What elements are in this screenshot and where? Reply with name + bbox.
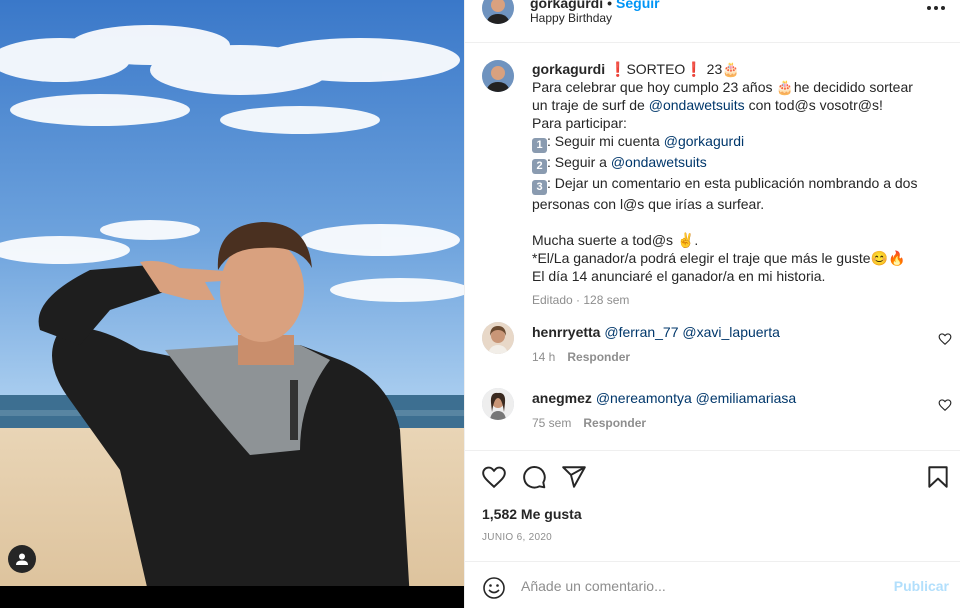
caption-line1: Para celebrar que hoy cumplo 23 años bbox=[532, 79, 773, 95]
avatar-image bbox=[482, 322, 514, 354]
caption-meta: Editado · 128 sem bbox=[532, 293, 630, 307]
caption-title: SORTEO bbox=[626, 61, 686, 77]
step2-text: : Seguir a bbox=[547, 154, 607, 170]
reply-button[interactable]: Responder bbox=[567, 350, 630, 364]
mention-link[interactable]: @ferran_77 bbox=[604, 324, 678, 340]
comment-avatar[interactable] bbox=[482, 322, 514, 354]
post-header: gorkagurdi • Seguir Happy Birthday bbox=[465, 0, 960, 43]
exclamation-icon: ❗ bbox=[685, 61, 703, 77]
keycap-3-icon: 3 bbox=[532, 180, 547, 195]
cake-icon: 🎂 bbox=[776, 79, 794, 95]
comment-username[interactable]: anegmez bbox=[532, 390, 592, 406]
post-photo[interactable] bbox=[0, 0, 464, 608]
comment-item: anegmez @nereamontya @emiliamariasa 75 s… bbox=[482, 388, 952, 438]
share-icon[interactable] bbox=[561, 464, 587, 490]
comment-time[interactable]: 14 h bbox=[532, 350, 555, 364]
avatar-image bbox=[482, 0, 514, 24]
victory-hand-icon: ✌ bbox=[676, 232, 695, 248]
mention-link[interactable]: @gorkagurdi bbox=[664, 133, 744, 149]
publish-button[interactable]: Publicar bbox=[894, 578, 949, 594]
caption-line3: Para participar: bbox=[532, 115, 627, 131]
more-options-icon[interactable] bbox=[927, 0, 947, 18]
smile-emoji-icon: 😊 bbox=[870, 250, 888, 266]
header-subtitle[interactable]: Happy Birthday bbox=[530, 11, 612, 25]
follow-button[interactable]: Seguir bbox=[616, 0, 660, 11]
mention-link[interactable]: @ondawetsuits bbox=[649, 97, 745, 113]
mention-link[interactable]: @xavi_lapuerta bbox=[682, 324, 780, 340]
reply-button[interactable]: Responder bbox=[583, 416, 646, 430]
caption-line2-post: con tod@s vosotr@s! bbox=[748, 97, 883, 113]
luck-text: Mucha suerte a tod@s bbox=[532, 232, 674, 248]
comment-username[interactable]: henrryetta bbox=[532, 324, 600, 340]
keycap-2-icon: 2 bbox=[532, 159, 547, 174]
add-comment-bar: Publicar bbox=[465, 561, 960, 608]
post-actions: 1,582 Me gusta JUNIO 6, 2020 Publicar bbox=[465, 450, 960, 608]
comment-icon[interactable] bbox=[521, 464, 547, 490]
comment-item: henrryetta @ferran_77 @xavi_lapuerta 14 … bbox=[482, 322, 952, 372]
emoji-picker-icon[interactable] bbox=[482, 576, 506, 600]
caption-age: 23 bbox=[706, 61, 723, 77]
likes-count[interactable]: 1,582 Me gusta bbox=[482, 506, 582, 522]
like-comment-heart-icon[interactable] bbox=[938, 398, 952, 412]
bookmark-icon[interactable] bbox=[925, 464, 951, 490]
tagged-users-button[interactable] bbox=[8, 545, 36, 573]
cake-icon: 🎂 bbox=[722, 61, 740, 77]
like-comment-heart-icon[interactable] bbox=[938, 332, 952, 346]
mention-link[interactable]: @emiliamariasa bbox=[696, 390, 797, 406]
note2-text: El día 14 anunciaré el ganador/a en mi h… bbox=[532, 268, 826, 284]
avatar-image bbox=[482, 388, 514, 420]
caption-line1b: he decidido sortear bbox=[793, 79, 913, 95]
header-separator: • bbox=[607, 0, 613, 11]
heart-icon[interactable] bbox=[481, 464, 507, 490]
keycap-1-icon: 1 bbox=[532, 138, 547, 153]
note1-text: *El/La ganador/a podrá elegir el traje q… bbox=[532, 250, 871, 266]
post-date[interactable]: JUNIO 6, 2020 bbox=[482, 532, 552, 543]
post-image bbox=[0, 0, 464, 608]
photo-bottom-bar bbox=[0, 586, 464, 608]
fire-icon: 🔥 bbox=[888, 250, 906, 266]
mention-link[interactable]: @nereamontya bbox=[596, 390, 692, 406]
luck-end: . bbox=[694, 232, 699, 248]
caption-avatar[interactable] bbox=[482, 60, 514, 92]
step3-text-cont: personas con l@s que irías a surfear. bbox=[532, 196, 765, 212]
user-icon bbox=[16, 553, 28, 565]
avatar-image bbox=[482, 60, 514, 92]
header-avatar[interactable] bbox=[482, 0, 514, 24]
caption-username[interactable]: gorkagurdi bbox=[532, 61, 605, 77]
comment-avatar[interactable] bbox=[482, 388, 514, 420]
comment-input[interactable] bbox=[521, 576, 881, 596]
exclamation-icon: ❗ bbox=[609, 61, 627, 77]
step1-text: : Seguir mi cuenta bbox=[547, 133, 660, 149]
caption-line2-pre: un traje de surf de bbox=[532, 97, 645, 113]
step3-text: : Dejar un comentario en esta publicació… bbox=[547, 175, 918, 191]
mention-link[interactable]: @ondawetsuits bbox=[611, 154, 707, 170]
header-username[interactable]: gorkagurdi bbox=[530, 0, 603, 11]
comment-time[interactable]: 75 sem bbox=[532, 416, 571, 430]
post-details-panel: gorkagurdi • Seguir Happy Birthday gorkagu… bbox=[464, 0, 960, 608]
